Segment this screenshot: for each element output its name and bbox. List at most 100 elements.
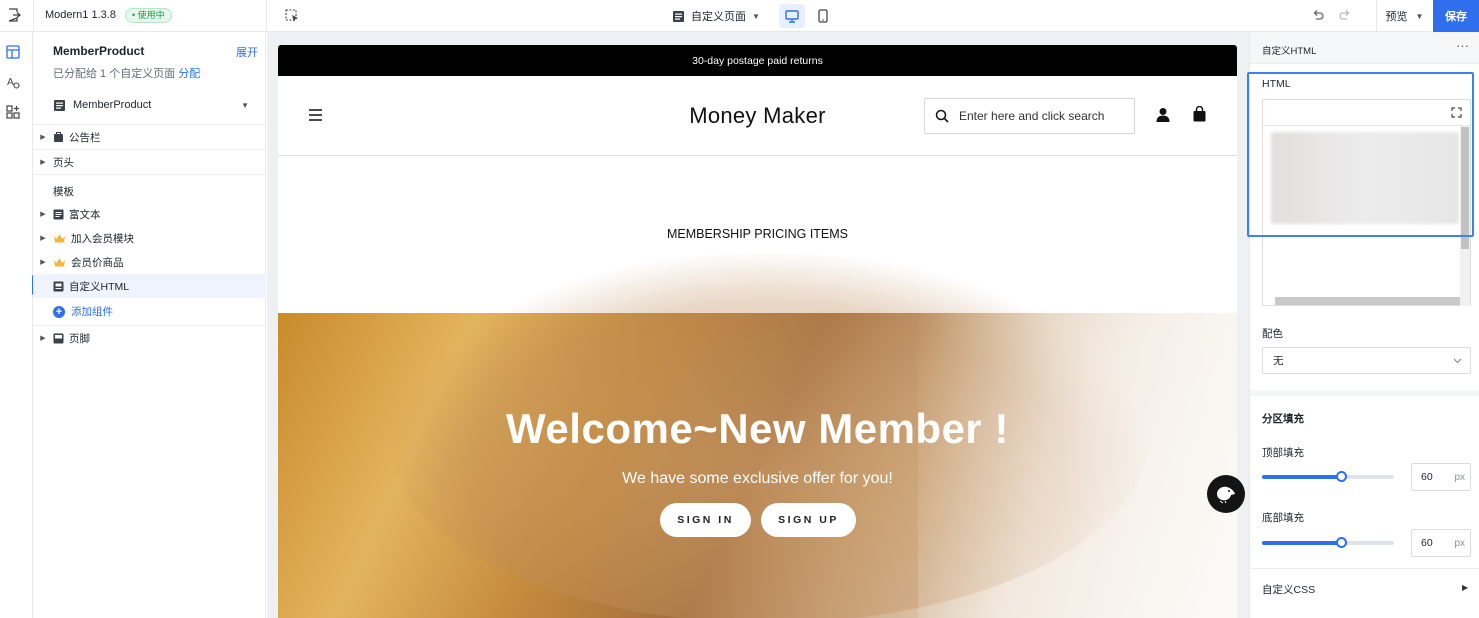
hero-background-highlight xyxy=(918,313,1237,618)
expand-arrow-icon[interactable]: ▶ xyxy=(33,334,53,342)
add-component-label: 添加组件 xyxy=(71,306,113,318)
unit-label: px xyxy=(1454,537,1465,549)
template-select[interactable]: MemberProduct ▼ xyxy=(53,93,257,117)
crown-icon xyxy=(54,258,65,266)
preview-canvas: 30-day postage paid returns Money Maker … xyxy=(267,32,1249,618)
tree-item-rich-text[interactable]: ▶ 富文本 xyxy=(33,202,266,226)
save-button[interactable]: 保存 xyxy=(1433,0,1479,32)
exit-icon[interactable] xyxy=(7,8,21,22)
divider xyxy=(33,174,266,175)
editor-horizontal-scrollbar[interactable] xyxy=(1275,297,1460,305)
select-element-icon[interactable] xyxy=(285,9,299,23)
plus-icon: + xyxy=(53,305,65,318)
tree-item-label: 页头 xyxy=(53,156,74,169)
floating-mascot-button[interactable] xyxy=(1207,475,1245,513)
tree-item-label: 富文本 xyxy=(69,208,101,221)
desktop-view-button[interactable] xyxy=(779,4,805,28)
expand-arrow-icon[interactable]: ▶ xyxy=(33,158,53,166)
slider-handle[interactable] xyxy=(1336,537,1348,548)
unit-label: px xyxy=(1454,471,1465,483)
sign-in-button[interactable]: SIGN IN xyxy=(660,503,751,537)
color-label: 配色 xyxy=(1262,328,1283,340)
template-sidebar: MemberProduct 展开 已分配给 1 个自定义页面 分配 Member… xyxy=(33,32,266,618)
top-padding-value: 60 xyxy=(1421,471,1433,483)
expand-arrow-icon[interactable]: ▶ xyxy=(33,258,53,266)
tree-item-label: 自定义HTML xyxy=(69,280,130,293)
shopping-bag-icon[interactable] xyxy=(1193,106,1206,122)
padding-group-title: 分区填充 xyxy=(1262,413,1304,425)
assignment-info: 已分配给 1 个自定义页面 分配 xyxy=(53,65,200,81)
search-icon xyxy=(935,109,949,123)
desktop-icon xyxy=(785,9,799,23)
store-search-input[interactable]: Enter here and click search xyxy=(924,98,1135,134)
expand-arrow-icon[interactable]: ▶ xyxy=(33,133,53,141)
bottom-padding-input[interactable]: 60 px xyxy=(1411,529,1471,557)
app-title: Modern1 1.3.8 xyxy=(45,9,116,21)
chevron-down-icon xyxy=(1453,358,1462,364)
layout-icon[interactable] xyxy=(6,45,20,59)
bottom-padding-label: 底部填充 xyxy=(1262,512,1304,524)
page-type-select[interactable]: 自定义页面 ▼ xyxy=(672,8,760,24)
section-label-templates: 模板 xyxy=(53,186,74,198)
announcement-bar[interactable]: 30-day postage paid returns xyxy=(278,45,1237,76)
footer-icon xyxy=(53,333,64,343)
more-options-icon[interactable]: ··· xyxy=(1456,38,1469,53)
rich-text-icon xyxy=(53,209,64,219)
user-account-icon[interactable] xyxy=(1156,107,1170,123)
sign-up-button[interactable]: SIGN UP xyxy=(761,503,856,537)
add-component-button[interactable]: + 添加组件 xyxy=(53,304,113,319)
hero-subtitle: We have some exclusive offer for you! xyxy=(622,470,893,487)
page-select-label: 自定义页面 xyxy=(691,11,746,23)
preview-button[interactable]: 预览 ▼ xyxy=(1376,0,1432,32)
top-padding-input[interactable]: 60 px xyxy=(1411,463,1471,491)
assign-link[interactable]: 分配 xyxy=(178,68,200,80)
html-block-icon xyxy=(53,281,64,291)
slider-handle[interactable] xyxy=(1336,471,1348,482)
bottom-padding-slider[interactable] xyxy=(1262,537,1394,548)
selected-html-block-outline xyxy=(1247,72,1474,237)
tree-item-footer[interactable]: ▶ 页脚 xyxy=(33,326,266,350)
divider xyxy=(33,0,34,32)
expand-arrow-icon[interactable]: ▶ xyxy=(33,234,53,242)
panel-header: 自定义HTML ··· xyxy=(1250,32,1479,64)
bottom-padding-value: 60 xyxy=(1421,537,1433,549)
announcement-text: 30-day postage paid returns xyxy=(692,54,823,67)
hero-banner[interactable]: Welcome~New Member ! We have some exclus… xyxy=(278,253,1237,618)
tree-item-member-products[interactable]: ▶ 会员价商品 xyxy=(33,250,266,274)
expand-link[interactable]: 展开 xyxy=(236,44,258,60)
top-padding-slider[interactable] xyxy=(1262,471,1394,482)
status-badge: • 使用中 xyxy=(125,8,172,23)
tree-item-label: 公告栏 xyxy=(69,131,101,144)
color-scheme-select[interactable]: 无 xyxy=(1262,347,1471,374)
bird-mascot-icon xyxy=(1217,486,1235,504)
tree-item-join-membership[interactable]: ▶ 加入会员模块 xyxy=(33,226,266,250)
hero-title: Welcome~New Member ! xyxy=(506,405,1009,452)
expand-arrow-icon[interactable]: ▶ xyxy=(33,210,53,218)
slider-fill xyxy=(1262,475,1342,479)
expand-arrow-icon[interactable]: ▶ xyxy=(1462,583,1468,592)
left-rail: A xyxy=(0,32,33,618)
caret-down-icon: ▼ xyxy=(241,100,249,110)
theme-style-icon[interactable]: A xyxy=(6,75,20,89)
settings-panel: 自定义HTML ··· HTML 配色 无 分区填充 顶部填充 60 px 底部… xyxy=(1247,32,1479,618)
apps-icon[interactable] xyxy=(6,105,20,119)
top-toolbar: Modern1 1.3.8 • 使用中 自定义页面 ▼ 预览 ▼ 保存 xyxy=(0,0,1479,32)
tree-item-custom-html[interactable]: 自定义HTML xyxy=(33,274,266,298)
document-icon xyxy=(54,99,65,111)
custom-css-section[interactable]: 自定义CSS xyxy=(1262,582,1315,597)
preview-label: 预览 xyxy=(1385,11,1408,23)
template-select-value: MemberProduct xyxy=(73,99,152,111)
section-separator xyxy=(1250,390,1479,396)
store-page-preview: 30-day postage paid returns Money Maker … xyxy=(278,45,1237,618)
undo-icon[interactable] xyxy=(1311,8,1325,22)
caret-down-icon: ▼ xyxy=(1415,11,1424,21)
tree-item-label: 会员价商品 xyxy=(71,256,124,269)
redo-icon[interactable] xyxy=(1338,8,1352,22)
store-header[interactable]: Money Maker Enter here and click search xyxy=(278,76,1237,156)
tree-item-announcement[interactable]: ▶ 公告栏 xyxy=(33,125,266,149)
assignment-text: 已分配给 1 个自定义页面 xyxy=(53,68,176,80)
mobile-view-button[interactable] xyxy=(810,4,836,28)
tree-item-header[interactable]: ▶ 页头 xyxy=(33,150,266,174)
slider-fill xyxy=(1262,541,1342,545)
svg-text:A: A xyxy=(7,77,14,88)
